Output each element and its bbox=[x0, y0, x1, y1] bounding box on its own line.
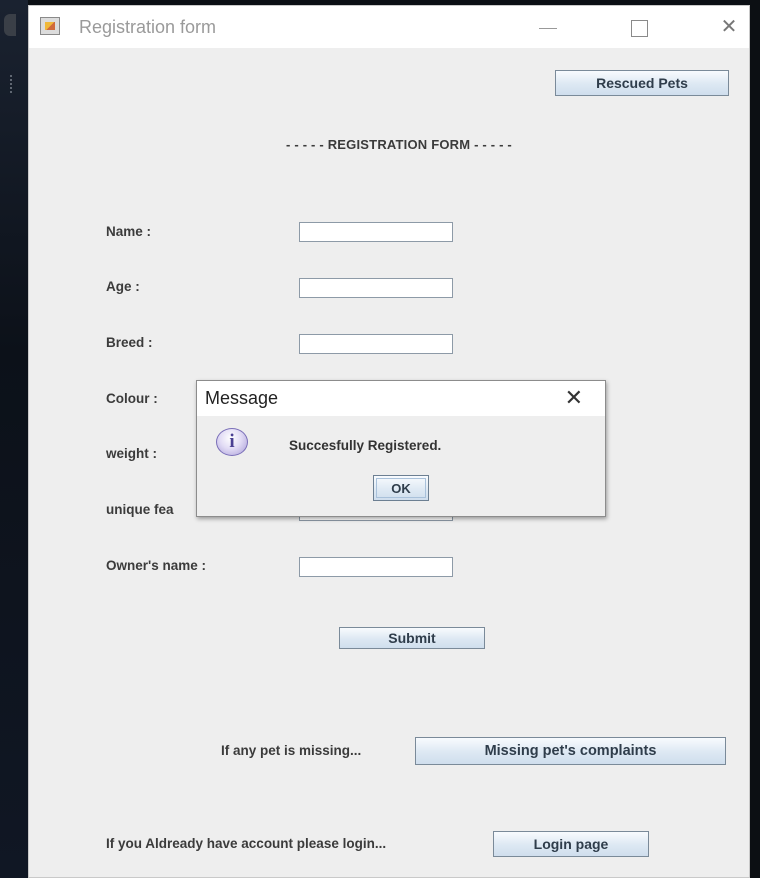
owner-name-label: Owner's name : bbox=[106, 558, 206, 573]
weight-label: weight : bbox=[106, 446, 157, 461]
form-heading-text: - - - - - REGISTRATION FORM - - - - - bbox=[286, 137, 512, 152]
ok-button[interactable]: OK bbox=[373, 475, 429, 501]
colour-label: Colour : bbox=[106, 391, 158, 406]
window-title: Registration form bbox=[79, 17, 217, 37]
dialog-close-icon[interactable]: ✕ bbox=[565, 385, 583, 411]
desktop-handle bbox=[10, 75, 18, 93]
minimize-button[interactable] bbox=[526, 10, 570, 44]
missing-pet-complaints-button[interactable]: Missing pet's complaints bbox=[415, 737, 726, 765]
breed-field[interactable] bbox=[299, 334, 453, 354]
dialog-titlebar[interactable]: Message ✕ bbox=[197, 381, 605, 416]
missing-pet-text: If any pet is missing... bbox=[221, 743, 362, 758]
rescued-pets-button[interactable]: Rescued Pets bbox=[555, 70, 729, 96]
java-app-icon bbox=[40, 17, 60, 35]
age-field[interactable] bbox=[299, 278, 453, 298]
name-label: Name : bbox=[106, 224, 152, 239]
submit-button[interactable]: Submit bbox=[339, 627, 485, 649]
unique-features-label: unique fea bbox=[106, 502, 174, 517]
maximize-button[interactable] bbox=[616, 10, 660, 44]
window-titlebar[interactable]: Registration form ✕ bbox=[29, 6, 749, 48]
age-label: Age : bbox=[106, 279, 140, 294]
info-icon: i bbox=[216, 428, 248, 456]
desktop-background bbox=[0, 0, 28, 878]
breed-label: Breed : bbox=[106, 335, 153, 350]
login-prompt-text: If you Aldready have account please logi… bbox=[106, 836, 387, 851]
login-page-button[interactable]: Login page bbox=[493, 831, 649, 857]
close-window-button[interactable]: ✕ bbox=[707, 10, 751, 44]
desktop-taskbar-icon bbox=[4, 14, 16, 36]
desktop-edge bbox=[750, 0, 760, 878]
owner-name-field[interactable] bbox=[299, 557, 453, 577]
message-dialog: Message ✕ i Succesfully Registered. OK bbox=[196, 380, 606, 517]
dialog-message: Succesfully Registered. bbox=[289, 438, 442, 453]
name-field[interactable] bbox=[299, 222, 453, 242]
form-heading: - - - - - REGISTRATION FORM - - - - - bbox=[29, 137, 749, 152]
dialog-title: Message bbox=[205, 388, 279, 408]
